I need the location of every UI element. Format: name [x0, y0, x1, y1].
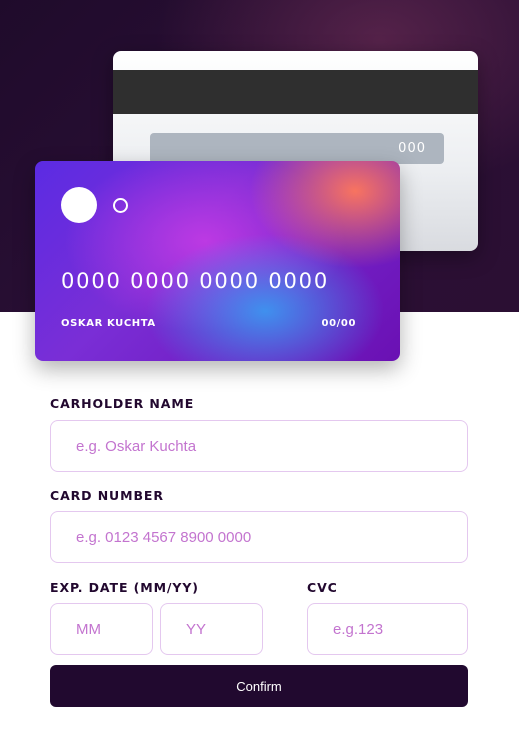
card-logo-outline-circle-icon — [113, 198, 128, 213]
cvc-label: CVC — [307, 580, 338, 595]
exp-date-label: EXP. DATE (MM/YY) — [50, 580, 199, 595]
card-number-display: 0000 0000 0000 0000 — [61, 269, 329, 293]
card-back-cvc: 000 — [398, 141, 426, 156]
card-number-input[interactable] — [50, 511, 468, 563]
card-expiry-display: 00/00 — [321, 318, 356, 329]
exp-month-input[interactable] — [50, 603, 153, 655]
magnetic-stripe — [113, 70, 478, 114]
card-logo-filled-circle-icon — [61, 187, 97, 223]
card-holder-display: OSKAR KUCHTA — [61, 318, 156, 329]
confirm-button[interactable]: Confirm — [50, 665, 468, 707]
card-number-label: CARD NUMBER — [50, 488, 164, 503]
cvc-input[interactable] — [307, 603, 468, 655]
card-front: 0000 0000 0000 0000 OSKAR KUCHTA 00/00 — [35, 161, 400, 361]
cardholder-name-input[interactable] — [50, 420, 468, 472]
signature-strip: 000 — [150, 133, 444, 164]
cardholder-name-label: CARHOLDER NAME — [50, 396, 195, 411]
exp-year-input[interactable] — [160, 603, 263, 655]
